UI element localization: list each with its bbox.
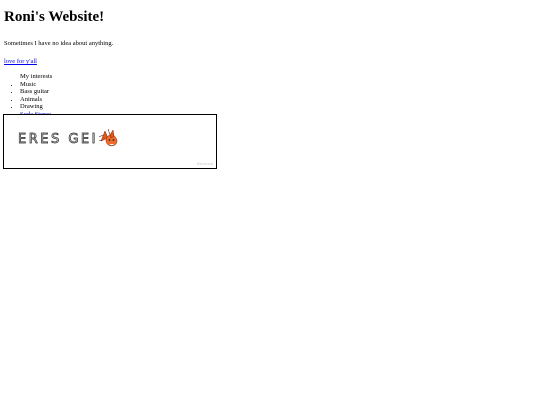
list-item-animals: Animals	[20, 96, 536, 104]
tagline: Sometimes I have no idea about anything.	[4, 40, 114, 47]
fox-icon	[98, 128, 118, 147]
interests-heading: My interests	[20, 73, 53, 80]
drawing-image: ERES GEI flockmod	[3, 114, 217, 169]
page: Roni's Website! Sometimes I have no idea…	[0, 0, 540, 405]
page-title: Roni's Website!	[4, 9, 105, 25]
list-item-drawing: Drawing	[20, 103, 536, 111]
love-link[interactable]: love for y'all	[4, 58, 37, 66]
drawing-svg: ERES GEI	[18, 128, 118, 147]
interests-list: My interests Music Bass guitar Animals D…	[4, 73, 536, 119]
drawing-text: ERES GEI	[18, 132, 98, 147]
list-item-music: Music	[20, 81, 536, 89]
drawing-watermark: flockmod	[196, 162, 213, 166]
list-item-bass-guitar: Bass guitar	[20, 88, 536, 96]
